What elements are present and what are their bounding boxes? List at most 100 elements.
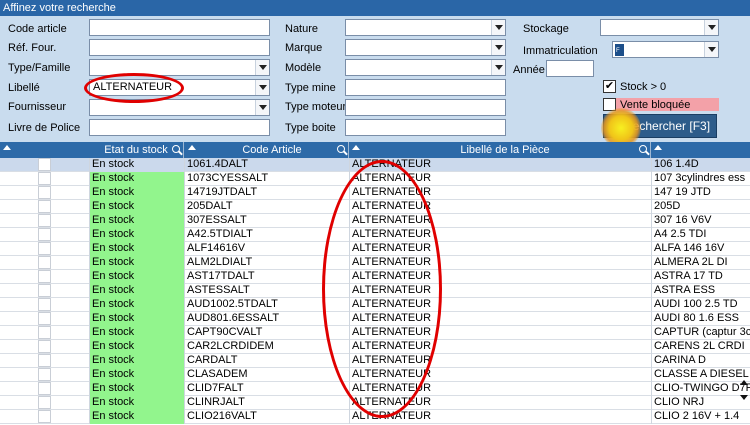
row-code: 1073CYESSALT xyxy=(184,172,349,186)
annotation-ellipse xyxy=(84,73,184,103)
scroll-up-icon[interactable] xyxy=(740,380,748,385)
row-description: 107 3cylindres ess xyxy=(651,172,750,186)
stock-gt-0-checkbox[interactable]: ✔ xyxy=(603,80,616,93)
plate-flag-icon xyxy=(615,44,624,56)
row-select-checkbox[interactable] xyxy=(38,172,51,185)
chevron-down-icon[interactable] xyxy=(491,20,505,35)
ref-four-input[interactable] xyxy=(89,39,270,56)
immatriculation-label: Immatriculation xyxy=(523,45,598,57)
row-description: 307 16 V6V xyxy=(651,214,750,228)
stockage-select[interactable] xyxy=(600,19,719,36)
chevron-down-icon[interactable] xyxy=(255,60,269,75)
row-select-checkbox[interactable] xyxy=(38,228,51,241)
row-select-checkbox[interactable] xyxy=(38,200,51,213)
scroll-down-icon[interactable] xyxy=(740,395,748,400)
chevron-down-icon[interactable] xyxy=(491,60,505,75)
row-description: CLIO NRJ xyxy=(651,396,750,410)
row-select-checkbox[interactable] xyxy=(38,214,51,227)
row-etat: En stock xyxy=(89,354,184,368)
row-code: CLINRJALT xyxy=(184,396,349,410)
row-select-checkbox[interactable] xyxy=(38,410,51,423)
row-select-checkbox[interactable] xyxy=(38,256,51,269)
row-description: ASTRA 17 TD xyxy=(651,270,750,284)
chevron-down-icon[interactable] xyxy=(491,40,505,55)
type-moteur-input[interactable] xyxy=(345,99,506,116)
row-etat: En stock xyxy=(89,382,184,396)
annee-input[interactable] xyxy=(546,60,594,77)
row-description: CARENS 2L CRDI xyxy=(651,340,750,354)
row-description: CAPTUR (captur 3cylin xyxy=(651,326,750,340)
chevron-down-icon[interactable] xyxy=(255,80,269,95)
row-etat: En stock xyxy=(89,396,184,410)
code-article-input[interactable] xyxy=(89,19,270,36)
col-header-code-label: Code Article xyxy=(242,144,302,156)
row-description: 106 1.4D xyxy=(651,158,750,172)
col-header-etat-label: Etat du stock xyxy=(104,144,168,156)
ref-four-label: Réf. Four. xyxy=(8,42,57,54)
row-description: 205D xyxy=(651,200,750,214)
col-header-etat[interactable]: Etat du stock xyxy=(89,142,184,158)
row-etat: En stock xyxy=(89,270,184,284)
chevron-down-icon[interactable] xyxy=(255,100,269,115)
chevron-down-icon[interactable] xyxy=(704,20,718,35)
row-etat: En stock xyxy=(89,368,184,382)
annotation-ellipse xyxy=(322,160,442,418)
row-etat: En stock xyxy=(89,158,184,172)
row-select-checkbox[interactable] xyxy=(38,270,51,283)
row-select-checkbox[interactable] xyxy=(38,354,51,367)
row-code: 205DALT xyxy=(184,200,349,214)
row-etat: En stock xyxy=(89,242,184,256)
nature-select[interactable] xyxy=(345,19,506,36)
search-icon[interactable] xyxy=(172,145,180,153)
type-moteur-label: Type moteur xyxy=(285,101,347,113)
row-select-checkbox[interactable] xyxy=(38,312,51,325)
row-etat: En stock xyxy=(89,284,184,298)
panel-title: Affinez votre recherche xyxy=(0,0,750,16)
type-famille-label: Type/Famille xyxy=(8,62,71,74)
row-etat: En stock xyxy=(89,228,184,242)
row-select-checkbox[interactable] xyxy=(38,368,51,381)
row-select-checkbox[interactable] xyxy=(38,340,51,353)
grid-header: Etat du stock Code Article Libellé de la… xyxy=(0,142,750,158)
row-description: CARINA D xyxy=(651,354,750,368)
sort-icon[interactable] xyxy=(188,145,196,150)
row-code: CARDALT xyxy=(184,354,349,368)
sort-icon[interactable] xyxy=(352,145,360,150)
col-header-libelle[interactable]: Libellé de la Pièce xyxy=(360,142,651,158)
type-mine-label: Type mine xyxy=(285,82,336,94)
row-description: ALFA 146 16V xyxy=(651,242,750,256)
row-etat: En stock xyxy=(89,256,184,270)
marque-label: Marque xyxy=(285,42,323,54)
modele-select[interactable] xyxy=(345,59,506,76)
row-select-checkbox[interactable] xyxy=(38,158,51,171)
search-icon[interactable] xyxy=(639,145,647,153)
row-select-checkbox[interactable] xyxy=(38,396,51,409)
nature-label: Nature xyxy=(285,23,319,35)
type-mine-input[interactable] xyxy=(345,79,506,96)
sort-icon[interactable] xyxy=(654,145,662,150)
row-select-checkbox[interactable] xyxy=(38,284,51,297)
stockage-label: Stockage xyxy=(523,23,569,35)
row-select-checkbox[interactable] xyxy=(38,242,51,255)
marque-select[interactable] xyxy=(345,39,506,56)
row-select-checkbox[interactable] xyxy=(38,298,51,311)
row-etat: En stock xyxy=(89,326,184,340)
immatriculation-select[interactable] xyxy=(612,41,719,58)
row-select-checkbox[interactable] xyxy=(38,382,51,395)
row-description: 147 19 JTD xyxy=(651,186,750,200)
row-select-checkbox[interactable] xyxy=(38,186,51,199)
stock-gt-0-label: Stock > 0 xyxy=(620,81,667,93)
type-boite-input[interactable] xyxy=(345,119,506,136)
livre-police-input[interactable] xyxy=(89,119,270,136)
row-description: CLIO-TWINGO D7F + xyxy=(651,382,750,396)
row-description: ALMERA 2L DI xyxy=(651,256,750,270)
row-code: CAR2LCRDIDEM xyxy=(184,340,349,354)
chevron-down-icon[interactable] xyxy=(704,42,718,57)
col-header-libelle-label: Libellé de la Pièce xyxy=(460,144,550,156)
search-icon[interactable] xyxy=(337,145,345,153)
row-select-checkbox[interactable] xyxy=(38,326,51,339)
row-etat: En stock xyxy=(89,186,184,200)
sort-icon[interactable] xyxy=(3,145,11,150)
row-description: ASTRA ESS xyxy=(651,284,750,298)
col-header-code[interactable]: Code Article xyxy=(196,142,349,158)
